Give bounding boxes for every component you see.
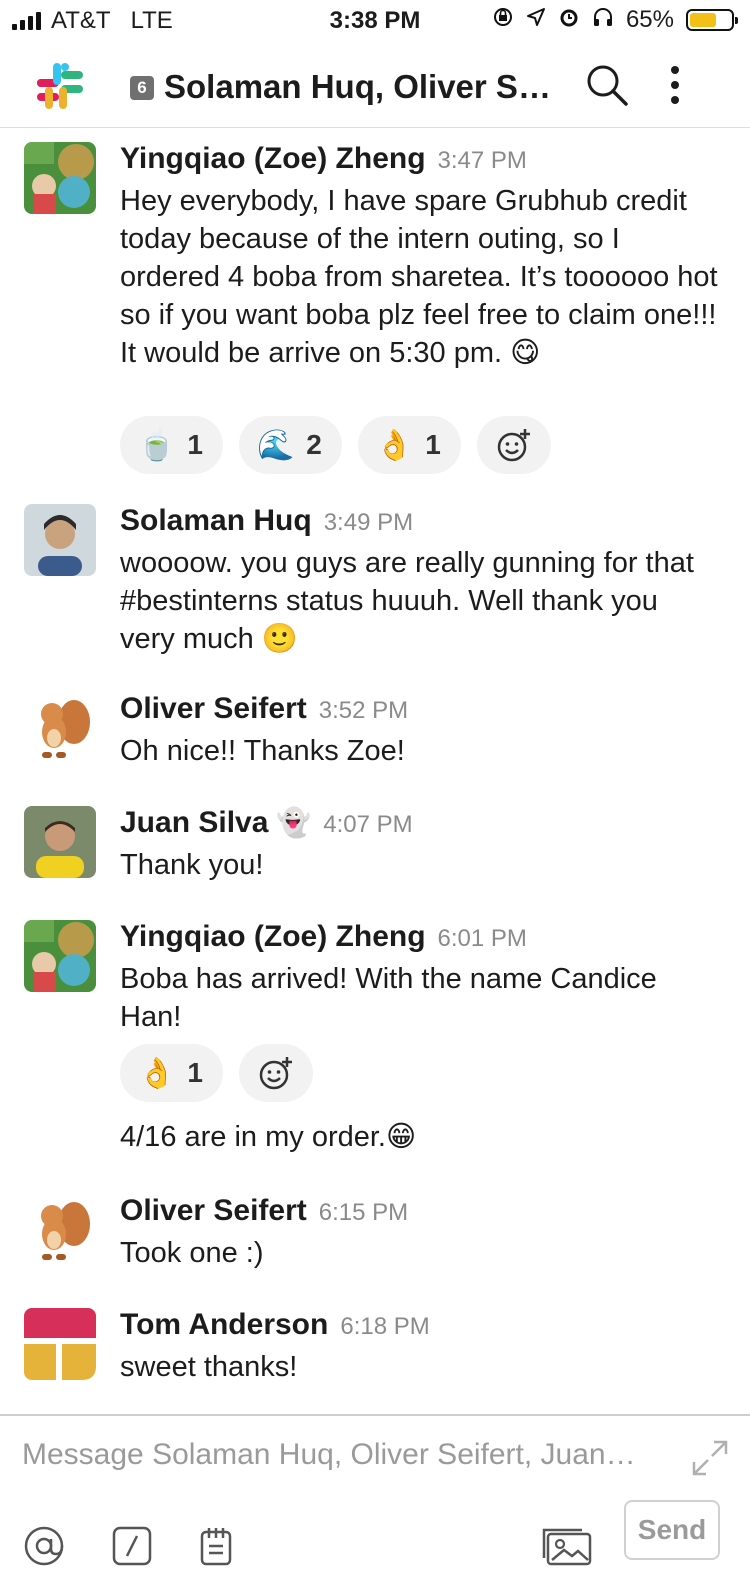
alarm-icon (558, 6, 580, 34)
reaction-tea[interactable]: 🍵 1 (120, 416, 223, 474)
reaction-count: 1 (187, 1057, 203, 1088)
add-reaction-icon (497, 429, 530, 462)
search-icon[interactable] (584, 62, 630, 108)
tea-emoji-icon: 🍵 (138, 428, 176, 462)
timestamp: 6:01 PM (437, 925, 527, 952)
timestamp: 6:18 PM (340, 1313, 430, 1340)
add-reaction-icon (259, 1057, 292, 1090)
shortcuts-icon[interactable] (194, 1524, 238, 1568)
add-reaction-button[interactable] (238, 1044, 313, 1102)
message-text: sweet thanks! (120, 1351, 298, 1383)
headphones-icon (592, 6, 614, 34)
reaction-ok-hand[interactable]: 👌 1 (357, 416, 461, 474)
avatar[interactable] (24, 1194, 96, 1266)
send-button[interactable]: Send (624, 1500, 720, 1560)
timestamp: 3:47 PM (437, 147, 527, 174)
reaction-count: 2 (306, 429, 322, 460)
message-text: Took one :) (120, 1237, 264, 1269)
ghost-status-icon: 👻 (276, 807, 312, 838)
message-text: Oh nice!! Thanks Zoe! (120, 735, 405, 767)
ok-hand-emoji-icon: 👌 (138, 1056, 176, 1090)
battery-icon (686, 9, 738, 31)
avatar[interactable] (24, 806, 96, 878)
avatar[interactable] (24, 504, 96, 576)
author-name[interactable]: Solaman Huq (120, 504, 312, 538)
ok-hand-emoji-icon: 👌 (375, 428, 414, 462)
avatar[interactable] (24, 920, 96, 992)
expand-icon[interactable] (690, 1438, 730, 1478)
message-composer: Message Solaman Huq, Oliver Seifert, Jua… (0, 1414, 750, 1593)
author-name[interactable]: Tom Anderson (120, 1308, 328, 1342)
author-name[interactable]: Yingqiao (Zoe) Zheng (120, 142, 426, 176)
reaction-ok-hand[interactable]: 👌 1 (120, 1044, 223, 1102)
member-count-badge: 6 (130, 76, 154, 100)
slash-command-icon[interactable] (110, 1524, 154, 1568)
avatar[interactable] (24, 142, 96, 214)
timestamp: 3:52 PM (318, 697, 409, 724)
message-text: Thank you! (120, 849, 264, 881)
avatar[interactable] (24, 1308, 96, 1380)
timestamp: 4:07 PM (323, 811, 413, 838)
avatar[interactable] (24, 692, 96, 764)
reaction-count: 1 (187, 429, 203, 460)
reaction-wave[interactable]: 🌊 2 (238, 416, 342, 474)
orientation-lock-icon (492, 6, 514, 34)
status-bar: AT&T LTE 3:38 PM 65% (0, 0, 750, 44)
conversation-header: 6 Solaman Huq, Oliver Sei… (0, 44, 750, 128)
message-text: Hey everybody, I have spare Grubhub cred… (120, 185, 718, 369)
mention-icon[interactable] (22, 1524, 66, 1568)
slack-logo-icon[interactable] (32, 58, 88, 114)
author-name[interactable]: Juan Silva (120, 806, 268, 840)
timestamp: 6:15 PM (318, 1199, 409, 1226)
author-name[interactable]: Yingqiao (Zoe) Zheng (120, 920, 426, 954)
author-name[interactable]: Oliver Seifert (120, 692, 307, 726)
more-vertical-icon[interactable] (664, 62, 704, 108)
battery-percent: 65% (625, 6, 674, 33)
reaction-bar: 🍵 1 🌊 2 👌 1 (120, 416, 551, 474)
wave-emoji-icon: 🌊 (256, 428, 295, 462)
message-text: woooow. you guys are really gunning for … (120, 547, 694, 655)
reaction-bar: 👌 1 (120, 1044, 313, 1102)
conversation-title[interactable]: Solaman Huq, Oliver Sei… (164, 68, 564, 106)
message-input[interactable]: Message Solaman Huq, Oliver Seifert, Jua… (22, 1438, 662, 1472)
message-text-followup: 4/16 are in my order.😁 (120, 1121, 417, 1153)
add-reaction-button[interactable] (476, 416, 551, 474)
author-name[interactable]: Oliver Seifert (120, 1194, 307, 1228)
message-text: Boba has arrived! With the name Candice … (120, 963, 657, 1033)
timestamp: 3:49 PM (323, 509, 414, 536)
reaction-count: 1 (425, 429, 441, 460)
photo-icon[interactable] (542, 1524, 594, 1568)
location-icon (526, 7, 546, 33)
